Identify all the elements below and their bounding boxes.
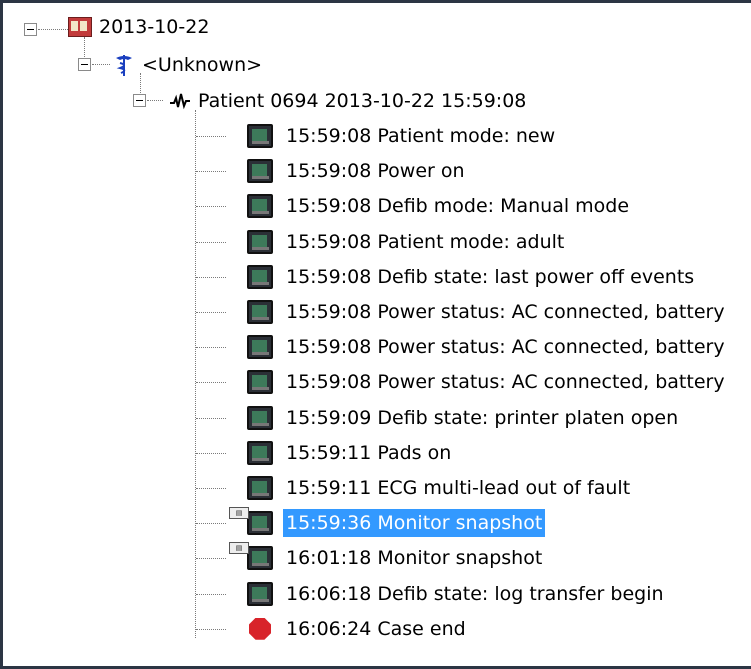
tree-node-event[interactable]: 15:59:11 ECG multi-lead out of fault: [247, 471, 633, 505]
tree-node-event[interactable]: 16:06:24 Case end: [247, 612, 469, 646]
tree-node-label: 15:59:11 ECG multi-lead out of fault: [286, 477, 631, 499]
tree-connector: [196, 523, 226, 525]
monitor-device-icon: [247, 335, 273, 360]
tree-connector: [147, 100, 163, 101]
tree-node-event[interactable]: 15:59:08 Patient mode: adult: [247, 225, 567, 259]
monitor-device-icon: [247, 264, 273, 289]
monitor-device-icon: [247, 300, 273, 324]
tree-connector: [196, 206, 226, 208]
monitor-device-icon: [247, 159, 273, 184]
event-tree-view[interactable]: 2013-10-22 <Unknown> Patient 0694 2013-1…: [0, 0, 751, 669]
tree-node-patient[interactable]: Patient 0694 2013-10-22 15:59:08: [169, 84, 529, 118]
monitor-device-icon: [247, 194, 275, 219]
monitor-device-icon: [247, 405, 275, 430]
tree-connector: [196, 452, 226, 454]
tree-connector: [196, 312, 226, 313]
tree-node-label: 15:59:08 Defib state: last power off eve…: [286, 265, 695, 288]
monitor-device-icon: [247, 159, 275, 184]
tree-node-event[interactable]: 15:59:08 Power status: AC connected, bat…: [247, 330, 728, 364]
tree-connector: [196, 417, 226, 419]
caduceus-icon: [115, 53, 133, 77]
monitor-device-icon: [247, 546, 273, 571]
tree-node-label: 15:59:08 Power status: AC connected, bat…: [286, 336, 725, 359]
tree-node-label: Patient 0694 2013-10-22 15:59:08: [198, 90, 527, 112]
tree-connector: [196, 593, 226, 595]
tree-connector: [196, 382, 226, 384]
monitor-device-icon: [247, 405, 273, 430]
tree-node-event[interactable]: 15:59:08 Defib mode: Manual mode: [247, 189, 632, 223]
monitor-device-icon: [247, 300, 275, 324]
monitor-device-icon: [247, 370, 275, 395]
tree-node-label: 15:59:08 Defib mode: Manual mode: [286, 195, 630, 218]
tree-connector: [92, 64, 110, 65]
monitor-device-icon: [247, 194, 273, 219]
monitor-device-icon: [247, 511, 273, 536]
tree-connector: [38, 29, 68, 30]
stop-icon: [249, 617, 271, 640]
tree-node-label: 15:59:36 Monitor snapshot: [283, 509, 546, 538]
monitor-device-icon: [247, 440, 273, 465]
tree-node-label: 16:06:18 Defib state: log transfer begin: [286, 582, 664, 605]
snapshot-icon: ▤: [229, 507, 249, 520]
tree-node-label: 15:59:08 Patient mode: adult: [286, 230, 565, 253]
monitor-device-icon: [247, 476, 273, 500]
tree-node-event[interactable]: 15:59:11 Pads on: [247, 436, 454, 470]
tree-node-event[interactable]: 15:59:08 Power status: AC connected, bat…: [247, 365, 728, 399]
tree-node-label: 15:59:09 Defib state: printer platen ope…: [286, 406, 679, 429]
monitor-device-icon: [247, 124, 273, 148]
tree-node-label: 15:59:08 Patient mode: new: [286, 125, 556, 147]
calendar-icon: [68, 17, 92, 37]
monitor-device-icon: [247, 581, 273, 606]
snapshot-monitor-icon: ▤: [229, 507, 275, 536]
collapse-toggle-patient[interactable]: [133, 94, 146, 107]
tree-node-event[interactable]: 15:59:08 Defib state: last power off eve…: [247, 260, 697, 294]
monitor-device-icon: [247, 335, 275, 360]
monitor-device-icon: [247, 476, 275, 500]
monitor-device-icon: [247, 229, 273, 254]
snapshot-monitor-icon: ▤: [229, 542, 275, 571]
tree-node-label: 2013-10-22: [99, 16, 210, 38]
tree-node-event[interactable]: 15:59:08 Patient mode: new: [247, 119, 558, 153]
monitor-device-icon: [247, 581, 275, 606]
tree-node-event[interactable]: 15:59:08 Power on: [247, 154, 468, 188]
tree-node-provider[interactable]: <Unknown>: [115, 48, 265, 82]
monitor-device-icon: [247, 440, 275, 465]
tree-connector: [196, 276, 226, 278]
tree-connector: [196, 136, 226, 137]
monitor-device-icon: [247, 124, 275, 148]
tree-node-label: 15:59:08 Power on: [286, 160, 465, 183]
tree-connector: [196, 628, 226, 630]
tree-node-label: 16:01:18 Monitor snapshot: [286, 547, 543, 570]
tree-connector: [196, 241, 226, 243]
tree-node-label: 15:59:11 Pads on: [286, 441, 452, 464]
monitor-device-icon: [247, 264, 275, 289]
tree-node-event[interactable]: 15:59:08 Power status: AC connected, bat…: [247, 295, 728, 329]
snapshot-icon: ▤: [229, 542, 249, 555]
collapse-toggle-provider[interactable]: [78, 58, 91, 71]
tree-node-event[interactable]: ▤ 15:59:36 Monitor snapshot: [229, 506, 546, 540]
collapse-toggle-root[interactable]: [24, 23, 37, 36]
monitor-device-icon: [247, 229, 275, 254]
tree-node-label: <Unknown>: [142, 54, 263, 76]
tree-node-event[interactable]: ▤ 16:01:18 Monitor snapshot: [229, 541, 545, 575]
tree-node-event[interactable]: 15:59:09 Defib state: printer platen ope…: [247, 401, 681, 435]
tree-node-label: 15:59:08 Power status: AC connected, bat…: [286, 371, 725, 394]
tree-connector: [196, 558, 226, 560]
tree-connector: [196, 488, 226, 489]
ecg-waveform-icon: [169, 92, 191, 110]
tree-node-event[interactable]: 16:06:18 Defib state: log transfer begin: [247, 577, 667, 611]
monitor-device-icon: [247, 370, 273, 395]
tree-connector: [196, 171, 226, 173]
tree-node-date[interactable]: 2013-10-22: [68, 10, 212, 44]
tree-node-label: 16:06:24 Case end: [286, 617, 466, 640]
stop-icon: [247, 617, 275, 641]
tree-connector: [196, 347, 226, 349]
tree-node-label: 15:59:08 Power status: AC connected, bat…: [286, 301, 725, 323]
